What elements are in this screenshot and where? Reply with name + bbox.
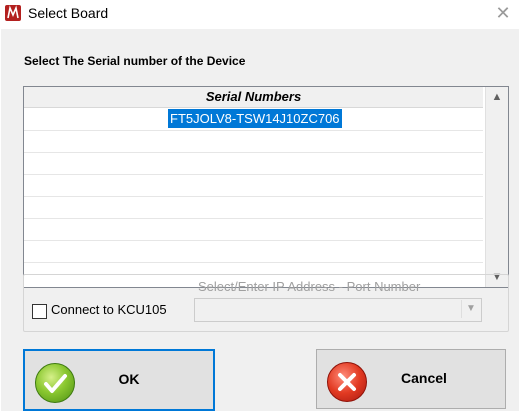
scroll-up-icon[interactable]: ▲ bbox=[486, 88, 508, 106]
title-bar: Select Board ✕ bbox=[0, 0, 520, 28]
ok-button[interactable]: OK bbox=[23, 349, 215, 411]
serial-number-cell[interactable]: FT5JOLV8-TSW14J10ZC706 bbox=[168, 109, 342, 128]
grid-row[interactable] bbox=[24, 240, 483, 263]
cancel-button-label: Cancel bbox=[401, 370, 447, 386]
grid-row[interactable] bbox=[24, 174, 483, 197]
ip-address-label: Select/Enter IP Address - Port Number bbox=[198, 279, 421, 294]
instruction-heading: Select The Serial number of the Device bbox=[24, 54, 246, 68]
app-logo-icon bbox=[5, 5, 21, 21]
column-header-serial-numbers[interactable]: Serial Numbers bbox=[24, 87, 483, 108]
connect-kcu105-label[interactable]: Connect to KCU105 bbox=[51, 302, 167, 317]
close-icon[interactable]: ✕ bbox=[490, 2, 516, 24]
chevron-down-icon[interactable]: ▼ bbox=[461, 300, 480, 318]
window-title: Select Board bbox=[28, 5, 109, 21]
ip-address-combobox[interactable]: ▼ bbox=[194, 298, 482, 322]
vertical-scrollbar[interactable]: ▲ ▼ bbox=[485, 87, 508, 287]
grid-row[interactable]: FT5JOLV8-TSW14J10ZC706 bbox=[24, 108, 483, 131]
grid-row[interactable] bbox=[24, 218, 483, 241]
grid-row[interactable] bbox=[24, 130, 483, 153]
serial-numbers-grid[interactable]: Serial Numbers FT5JOLV8-TSW14J10ZC706 ▲ … bbox=[23, 86, 509, 288]
connect-kcu105-checkbox[interactable] bbox=[32, 304, 47, 319]
grid-row[interactable] bbox=[24, 152, 483, 175]
cancel-button[interactable]: Cancel bbox=[316, 349, 506, 409]
ok-button-label: OK bbox=[118, 371, 140, 387]
grid-row[interactable] bbox=[24, 196, 483, 219]
dialog-body: Select The Serial number of the Device S… bbox=[1, 29, 519, 411]
